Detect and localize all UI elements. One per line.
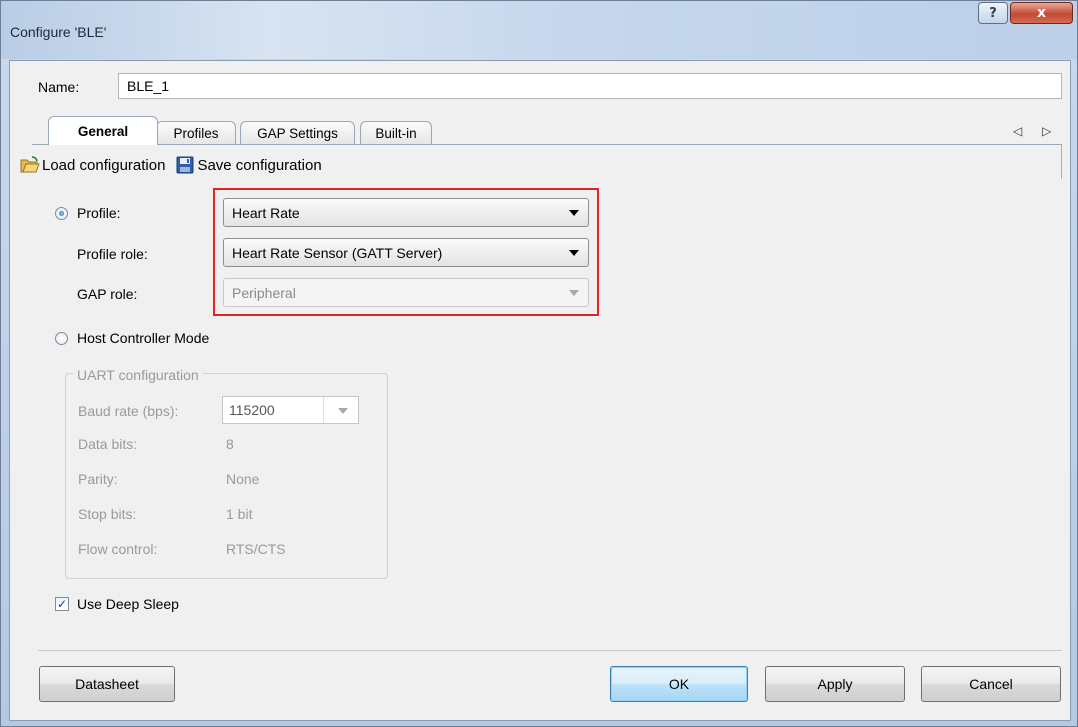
window-title: Configure 'BLE' (10, 24, 107, 40)
parity-value: None (226, 471, 260, 487)
stop-bits-label: Stop bits: (78, 506, 137, 522)
name-label: Name: (38, 79, 80, 95)
uart-group-title: UART configuration (73, 367, 203, 383)
data-bits-value: 8 (226, 436, 234, 452)
dropdown-arrow-icon (569, 290, 579, 296)
profile-radio[interactable] (55, 207, 68, 220)
load-configuration-button[interactable]: Load configuration (20, 156, 165, 174)
cancel-button[interactable]: Cancel (921, 666, 1061, 702)
dropdown-arrow-icon (569, 210, 579, 216)
deep-sleep-checkbox[interactable]: ✓ (55, 597, 69, 611)
profile-label: Profile: (77, 205, 121, 221)
close-button[interactable]: x (1010, 2, 1073, 24)
tab-general[interactable]: General (48, 116, 158, 145)
tab-gap-settings[interactable]: GAP Settings (240, 121, 355, 144)
baud-rate-label: Baud rate (bps): (78, 403, 179, 419)
profile-select-value: Heart Rate (232, 205, 300, 221)
stop-bits-value: 1 bit (226, 506, 253, 522)
host-controller-radio[interactable] (55, 332, 68, 345)
config-toolbar: Load configuration Save configuration (20, 153, 332, 177)
dialog-body: Name: General Profiles GAP Settings Buil… (9, 60, 1071, 721)
data-bits-label: Data bits: (78, 436, 138, 452)
host-controller-label: Host Controller Mode (77, 330, 210, 346)
panel-border (1061, 145, 1062, 179)
apply-button[interactable]: Apply (765, 666, 905, 702)
combo-separator (323, 397, 324, 423)
profile-select[interactable]: Heart Rate (223, 198, 589, 227)
title-bar[interactable]: Configure 'BLE' ? x (1, 1, 1077, 59)
floppy-disk-icon (176, 156, 194, 174)
flow-control-value: RTS/CTS (226, 541, 286, 557)
tab-built-in[interactable]: Built-in (360, 121, 432, 144)
tab-profiles[interactable]: Profiles (156, 121, 236, 144)
gap-role-label: GAP role: (77, 286, 138, 302)
configure-dialog: Configure 'BLE' ? x Name: General Profil… (0, 0, 1078, 727)
tab-scroll-arrows[interactable]: ◁ ▷ (1013, 124, 1059, 138)
flow-control-label: Flow control: (78, 541, 158, 557)
profile-role-label: Profile role: (77, 246, 148, 262)
tab-baseline (32, 144, 1062, 145)
baud-rate-select: 115200 (222, 396, 359, 424)
save-configuration-label: Save configuration (197, 156, 322, 174)
parity-label: Parity: (78, 471, 118, 487)
footer-divider (38, 650, 1062, 651)
dropdown-arrow-icon (338, 408, 348, 414)
datasheet-button[interactable]: Datasheet (39, 666, 175, 702)
ok-button[interactable]: OK (610, 666, 748, 702)
profile-role-select[interactable]: Heart Rate Sensor (GATT Server) (223, 238, 589, 267)
dropdown-arrow-icon (569, 250, 579, 256)
help-button[interactable]: ? (978, 2, 1008, 24)
baud-rate-value: 115200 (229, 402, 275, 418)
load-configuration-label: Load configuration (42, 156, 166, 174)
deep-sleep-label: Use Deep Sleep (77, 596, 179, 612)
profile-role-value: Heart Rate Sensor (GATT Server) (232, 245, 443, 261)
tab-strip: General Profiles GAP Settings Built-in ◁… (10, 116, 1070, 146)
folder-open-icon (20, 156, 40, 173)
name-input[interactable] (118, 73, 1062, 99)
gap-role-value: Peripheral (232, 285, 296, 301)
gap-role-select: Peripheral (223, 278, 589, 307)
save-configuration-button[interactable]: Save configuration (175, 156, 322, 174)
